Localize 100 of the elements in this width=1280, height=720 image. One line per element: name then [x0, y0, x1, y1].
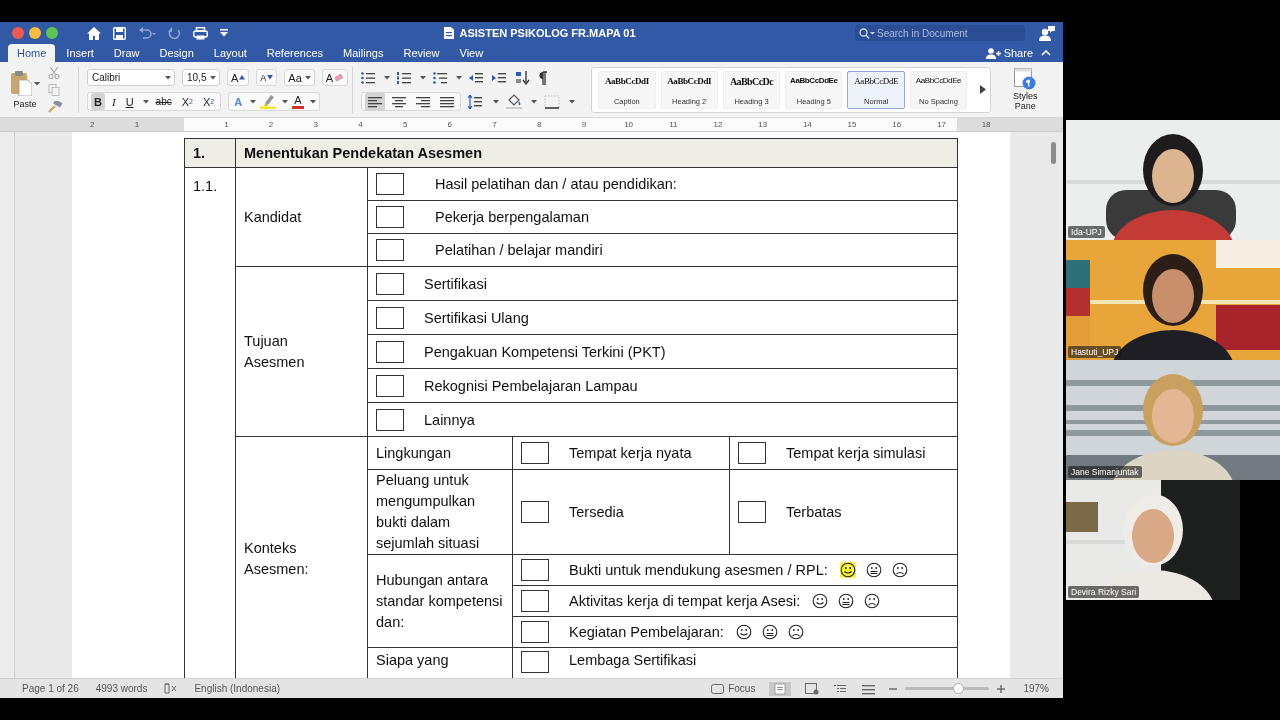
search-field[interactable]: Search in Document: [855, 25, 1025, 41]
zoom-in-icon[interactable]: [997, 684, 1006, 693]
align-left-icon[interactable]: [365, 92, 386, 111]
shrink-font-button[interactable]: A: [256, 69, 278, 86]
ribbon-tab[interactable]: Layout: [204, 44, 256, 62]
caret-icon[interactable]: [304, 75, 311, 80]
caret-icon[interactable]: [420, 75, 427, 80]
print-icon[interactable]: [193, 26, 208, 40]
multilevel-list-icon[interactable]: [433, 70, 448, 85]
zoom-button[interactable]: [46, 27, 58, 39]
caret-icon[interactable]: [384, 75, 391, 80]
option-label: Terbatas: [786, 504, 842, 520]
caret-icon[interactable]: [165, 75, 171, 80]
caret-icon[interactable]: [309, 99, 316, 104]
ribbon-tab[interactable]: Design: [150, 44, 203, 62]
pilcrow-icon[interactable]: [538, 70, 549, 85]
paint-bucket-icon[interactable]: [506, 94, 523, 109]
checkbox[interactable]: [521, 651, 549, 673]
proofing-icon[interactable]: [164, 683, 178, 694]
feedback-icon[interactable]: [1039, 25, 1055, 41]
ribbon-tab[interactable]: Mailings: [334, 44, 393, 62]
strike-button[interactable]: abc: [152, 93, 175, 110]
ruler-number: 5: [401, 120, 409, 129]
clear-font-button[interactable]: A: [321, 69, 349, 86]
caret-icon[interactable]: [282, 99, 289, 104]
checkbox[interactable]: [521, 442, 549, 464]
font-name-field[interactable]: Calibri: [87, 69, 175, 86]
minimize-button[interactable]: [29, 27, 41, 39]
collapse-icon[interactable]: [1041, 50, 1051, 56]
caret-icon[interactable]: [531, 99, 538, 104]
web-layout-icon[interactable]: [805, 682, 820, 695]
checkbox[interactable]: [376, 239, 404, 261]
document-icon: [444, 27, 455, 39]
row-label: Kandidat: [244, 207, 303, 227]
caret-icon[interactable]: [34, 80, 40, 86]
bullets-icon[interactable]: [361, 70, 376, 85]
slider-thumb[interactable]: [952, 683, 964, 694]
share-button[interactable]: Share: [985, 44, 1033, 62]
ribbon-tab[interactable]: References: [257, 44, 333, 62]
save-icon[interactable]: [113, 26, 126, 40]
checkbox[interactable]: [376, 374, 404, 397]
ribbon-tab[interactable]: Draw: [104, 44, 149, 62]
case-font-button[interactable]: Aa: [284, 69, 315, 86]
caret-icon[interactable]: [142, 99, 149, 104]
checkbox[interactable]: [738, 501, 766, 523]
ribbon-tab[interactable]: Review: [394, 44, 449, 62]
ruler-number: 17: [935, 120, 947, 129]
increase-indent-icon[interactable]: [492, 70, 509, 85]
sort-icon[interactable]: [515, 70, 532, 85]
borders-icon[interactable]: [544, 94, 561, 109]
focus-button[interactable]: Focus: [711, 683, 756, 694]
numbering-icon[interactable]: [397, 70, 412, 85]
caret-icon[interactable]: [250, 99, 257, 104]
home-icon[interactable]: [87, 26, 101, 40]
scroll-thumb[interactable]: [1051, 142, 1056, 164]
print-layout-icon[interactable]: [769, 681, 792, 696]
customize-icon[interactable]: [220, 29, 228, 37]
paste-button[interactable]: Paste: [10, 70, 40, 109]
line-spacing-icon[interactable]: [468, 94, 485, 109]
font-color-button[interactable]: A: [292, 94, 304, 109]
checkbox[interactable]: [376, 306, 404, 329]
caret-icon[interactable]: [569, 99, 576, 104]
zoom-level[interactable]: 197%: [1023, 683, 1049, 694]
ribbon-tab[interactable]: View: [450, 44, 493, 62]
styles-pane-icon: [1014, 68, 1037, 90]
checkbox[interactable]: [376, 206, 404, 228]
ribbon-tab[interactable]: Insert: [57, 44, 103, 62]
underline-button[interactable]: U: [122, 93, 137, 110]
draft-icon[interactable]: [861, 682, 876, 695]
option-label: Pengakuan Kompetensi Terkini (PKT): [424, 343, 666, 360]
decrease-indent-icon[interactable]: [469, 70, 486, 85]
checkbox[interactable]: [738, 442, 766, 464]
checkbox[interactable]: [376, 173, 404, 195]
checkbox[interactable]: [376, 272, 404, 295]
word-count[interactable]: 4993 words: [95, 683, 148, 694]
checkbox[interactable]: [521, 501, 549, 523]
bold-button[interactable]: B: [91, 93, 105, 110]
checkbox[interactable]: [376, 340, 404, 363]
page-count[interactable]: Page 1 of 26: [22, 683, 79, 694]
language-label[interactable]: English (Indonesia): [194, 683, 281, 694]
outline-icon[interactable]: [833, 682, 848, 695]
checkbox[interactable]: [376, 408, 404, 431]
checkbox[interactable]: [521, 590, 549, 612]
option-label: Pekerja berpengalaman: [435, 209, 589, 225]
styles-pane-button[interactable]: Styles Pane: [1005, 68, 1046, 111]
ribbon-tab[interactable]: Home: [8, 44, 56, 62]
row-label: Hubungan antara standar kompetensi dan:: [376, 571, 503, 630]
sup-button[interactable]: X$^{2}$: [199, 93, 218, 110]
participant-name: Ida-UPJ: [1068, 226, 1105, 238]
italic-button[interactable]: I: [108, 93, 119, 110]
grow-font-button[interactable]: A: [227, 69, 250, 86]
caret-icon[interactable]: [493, 99, 500, 104]
checkbox[interactable]: [521, 559, 549, 581]
option-label: Tersedia: [569, 504, 624, 520]
caret-icon[interactable]: [456, 75, 463, 80]
font-size-field[interactable]: 10,5: [182, 69, 220, 86]
checkbox[interactable]: [521, 621, 549, 643]
option-label: Sertifikasi: [424, 275, 487, 292]
more-styles-icon[interactable]: [980, 85, 987, 94]
caret-icon[interactable]: [210, 75, 216, 80]
